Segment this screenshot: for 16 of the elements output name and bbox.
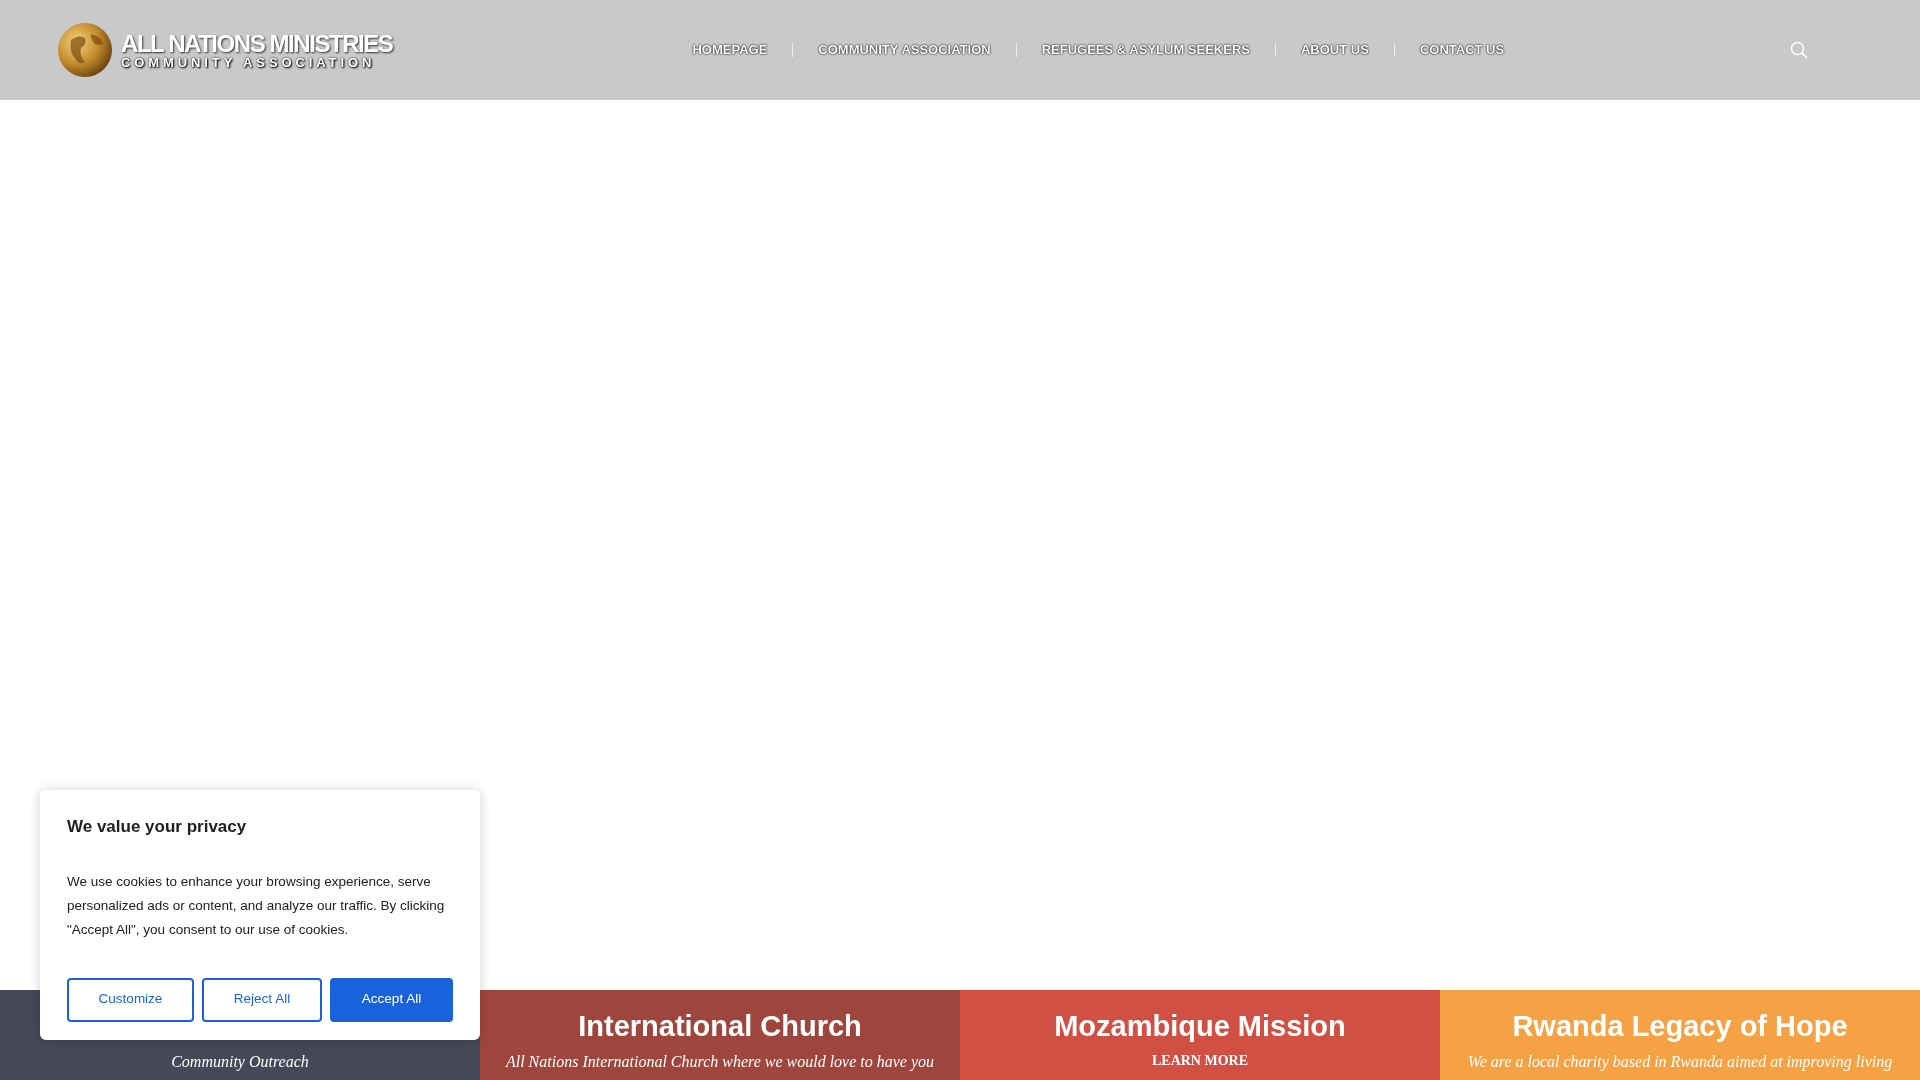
learn-more-link[interactable]: LEARN MORE [1151,1050,1249,1071]
panel-title: Rwanda Legacy of Hope [1512,1009,1848,1044]
dialog-title: We value your privacy [67,816,248,838]
logo-title: ALL NATIONS MINISTRIES [121,31,393,56]
globe-logo-icon[interactable] [57,22,113,78]
panel-title: Mozambique Mission [1054,1009,1346,1044]
panel-title: International Church [578,1009,862,1044]
panel-text: All Nations International Church where we would love to have you [505,1052,935,1073]
panel-text: We are a local charity based in Rwanda aimed at improving living [1467,1052,1893,1073]
cookie-button[interactable]: Customize [67,977,194,1022]
logo-subtitle: COMMUNITY ASSOCIATION [121,55,377,69]
dialog-message: We use cookies to enhance your browsing experience, serve personalized ads or content, and analyze our traffic. By clicking "Accept All", you consent to our use of cookies. [67,872,446,939]
panel-text: Community Outreach [171,1052,309,1073]
cookie-button[interactable]: Accept All [330,977,453,1022]
nav-link[interactable]: COMMUNITY ASSOCIATION [818,40,991,60]
cookie-button[interactable]: Reject All [202,977,322,1022]
